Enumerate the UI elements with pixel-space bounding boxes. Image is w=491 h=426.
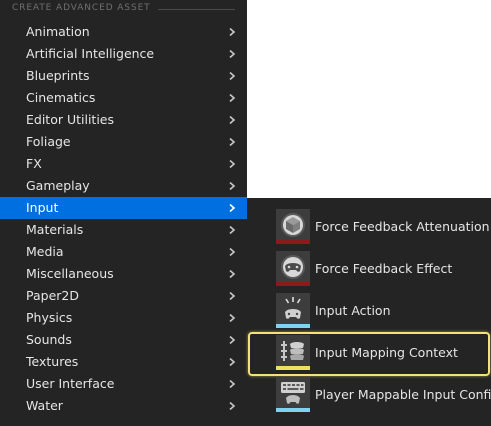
- chevron-right-icon: [229, 138, 236, 146]
- create-advanced-asset-menu: CREATE ADVANCED ASSET Animation Artifici…: [0, 0, 247, 426]
- menu-item-label: Animation: [26, 24, 90, 39]
- menu-item-media[interactable]: Media: [0, 241, 247, 263]
- menu-item-editor-utilities[interactable]: Editor Utilities: [0, 109, 247, 131]
- menu-item-blueprints[interactable]: Blueprints: [0, 65, 247, 87]
- chevron-right-icon: [229, 248, 236, 256]
- asset-thumbnail: [276, 377, 310, 412]
- chevron-right-icon: [229, 358, 236, 366]
- submenu-item-input-mapping-context[interactable]: Input Mapping Context: [247, 332, 491, 376]
- force-feedback-attenuation-icon: [281, 213, 305, 237]
- asset-thumbnail: [276, 209, 310, 244]
- menu-item-label: Physics: [26, 310, 73, 325]
- menu-item-materials[interactable]: Materials: [0, 219, 247, 241]
- menu-item-artificial-intelligence[interactable]: Artificial Intelligence: [0, 43, 247, 65]
- chevron-right-icon: [229, 292, 236, 300]
- menu-item-label: Editor Utilities: [26, 112, 115, 127]
- asset-type-color-bar: [276, 282, 310, 286]
- menu-item-label: Miscellaneous: [26, 266, 114, 281]
- submenu-item-label: Input Action: [315, 303, 391, 318]
- menu-item-label: Sounds: [26, 332, 72, 347]
- input-submenu: Force Feedback Attenuation Force Feedbac…: [247, 198, 491, 426]
- input-action-icon: [285, 297, 301, 319]
- chevron-right-icon: [229, 182, 236, 190]
- asset-thumbnail: [276, 293, 310, 328]
- menu-item-miscellaneous[interactable]: Miscellaneous: [0, 263, 247, 285]
- menu-item-paper2d[interactable]: Paper2D: [0, 285, 247, 307]
- menu-item-label: Gameplay: [26, 178, 90, 193]
- chevron-right-icon: [229, 336, 236, 344]
- chevron-right-icon: [229, 380, 236, 388]
- submenu-item-label: Player Mappable Input Config: [315, 387, 491, 402]
- menu-item-label: Media: [26, 244, 64, 259]
- submenu-item-force-feedback-effect[interactable]: Force Feedback Effect: [247, 248, 491, 290]
- menu-item-label: Textures: [26, 354, 79, 369]
- menu-item-fx[interactable]: FX: [0, 153, 247, 175]
- menu-item-label: Blueprints: [26, 68, 90, 83]
- asset-type-color-bar: [276, 366, 310, 370]
- menu-header: CREATE ADVANCED ASSET: [12, 3, 151, 13]
- chevron-right-icon: [229, 270, 236, 278]
- menu-item-label: User Interface: [26, 376, 115, 391]
- asset-thumbnail: [276, 335, 310, 370]
- chevron-right-icon: [229, 160, 236, 168]
- menu-item-user-interface[interactable]: User Interface: [0, 373, 247, 395]
- force-feedback-effect-icon: [281, 255, 305, 279]
- chevron-right-icon: [229, 204, 236, 212]
- asset-thumbnail: [276, 251, 310, 286]
- menu-item-label: Cinematics: [26, 90, 96, 105]
- menu-item-cinematics[interactable]: Cinematics: [0, 87, 247, 109]
- submenu-item-input-action[interactable]: Input Action: [247, 290, 491, 332]
- input-mapping-context-icon: [281, 341, 304, 361]
- submenu-item-player-mappable-input-config[interactable]: Player Mappable Input Config: [247, 374, 491, 416]
- menu-item-label: Water: [26, 398, 63, 413]
- menu-item-gameplay[interactable]: Gameplay: [0, 175, 247, 197]
- menu-item-label: Foliage: [26, 134, 71, 149]
- header-divider: [158, 9, 235, 10]
- menu-item-animation[interactable]: Animation: [0, 21, 247, 43]
- menu-item-label: FX: [26, 156, 42, 171]
- chevron-right-icon: [229, 314, 236, 322]
- chevron-right-icon: [229, 402, 236, 410]
- asset-type-color-bar: [276, 240, 310, 244]
- player-mappable-input-config-icon: [281, 382, 305, 404]
- chevron-right-icon: [229, 28, 236, 36]
- menu-item-label: Artificial Intelligence: [26, 46, 155, 61]
- submenu-item-label: Force Feedback Effect: [315, 261, 453, 276]
- menu-item-water[interactable]: Water: [0, 395, 247, 417]
- chevron-right-icon: [229, 226, 236, 234]
- chevron-right-icon: [229, 116, 236, 124]
- menu-item-sounds[interactable]: Sounds: [0, 329, 247, 351]
- chevron-right-icon: [229, 94, 236, 102]
- chevron-right-icon: [229, 72, 236, 80]
- asset-type-color-bar: [276, 408, 310, 412]
- menu-item-label: Input: [26, 200, 59, 215]
- chevron-right-icon: [229, 50, 236, 58]
- submenu-item-label: Force Feedback Attenuation: [315, 219, 490, 234]
- menu-item-label: Materials: [26, 222, 84, 237]
- menu-item-input[interactable]: Input: [0, 197, 247, 219]
- asset-type-color-bar: [276, 324, 310, 328]
- menu-item-textures[interactable]: Textures: [0, 351, 247, 373]
- submenu-item-force-feedback-attenuation[interactable]: Force Feedback Attenuation: [247, 206, 491, 248]
- menu-item-foliage[interactable]: Foliage: [0, 131, 247, 153]
- menu-item-physics[interactable]: Physics: [0, 307, 247, 329]
- menu-item-label: Paper2D: [26, 288, 79, 303]
- submenu-item-label: Input Mapping Context: [315, 345, 458, 360]
